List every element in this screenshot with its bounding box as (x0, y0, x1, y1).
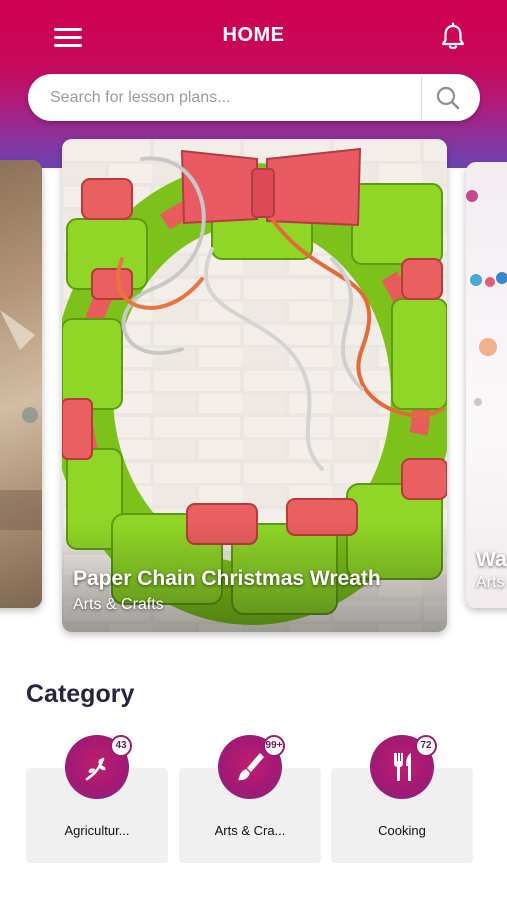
search-divider (421, 76, 422, 119)
category-count-badge: 72 (415, 735, 437, 757)
carousel-card-featured[interactable]: Paper Chain Christmas Wreath Arts & Craf… (62, 139, 447, 632)
category-card-arts-crafts[interactable]: 99+ Arts & Cra... (179, 735, 321, 865)
search-icon[interactable] (428, 80, 468, 116)
category-label: Agricultur... (64, 823, 130, 838)
search-input[interactable] (50, 82, 420, 114)
page-title: HOME (222, 24, 285, 46)
card-subtitle: Arts (476, 574, 505, 591)
category-label: Cooking (378, 823, 426, 838)
app-screen: HOME Search for lesson plans... Paper Ch… (0, 0, 507, 900)
category-count-badge: 43 (110, 735, 132, 757)
search-bar (28, 74, 480, 121)
carousel-card-next[interactable]: Wa Arts (466, 162, 507, 608)
category-heading: Category (26, 680, 135, 708)
category-label: Arts & Cra... (214, 823, 286, 838)
card-title: Wa (476, 548, 507, 571)
category-card-cooking[interactable]: 72 Cooking (331, 735, 473, 865)
bell-icon[interactable] (436, 20, 470, 54)
beads-photo (466, 190, 507, 406)
carousel-card-previous[interactable] (0, 160, 42, 608)
card-title: Paper Chain Christmas Wreath (73, 567, 381, 590)
category-count-badge: 99+ (263, 735, 285, 757)
card-subtitle: Arts & Crafts (73, 596, 164, 613)
category-card-agriculture[interactable]: 43 Agricultur... (26, 735, 168, 865)
